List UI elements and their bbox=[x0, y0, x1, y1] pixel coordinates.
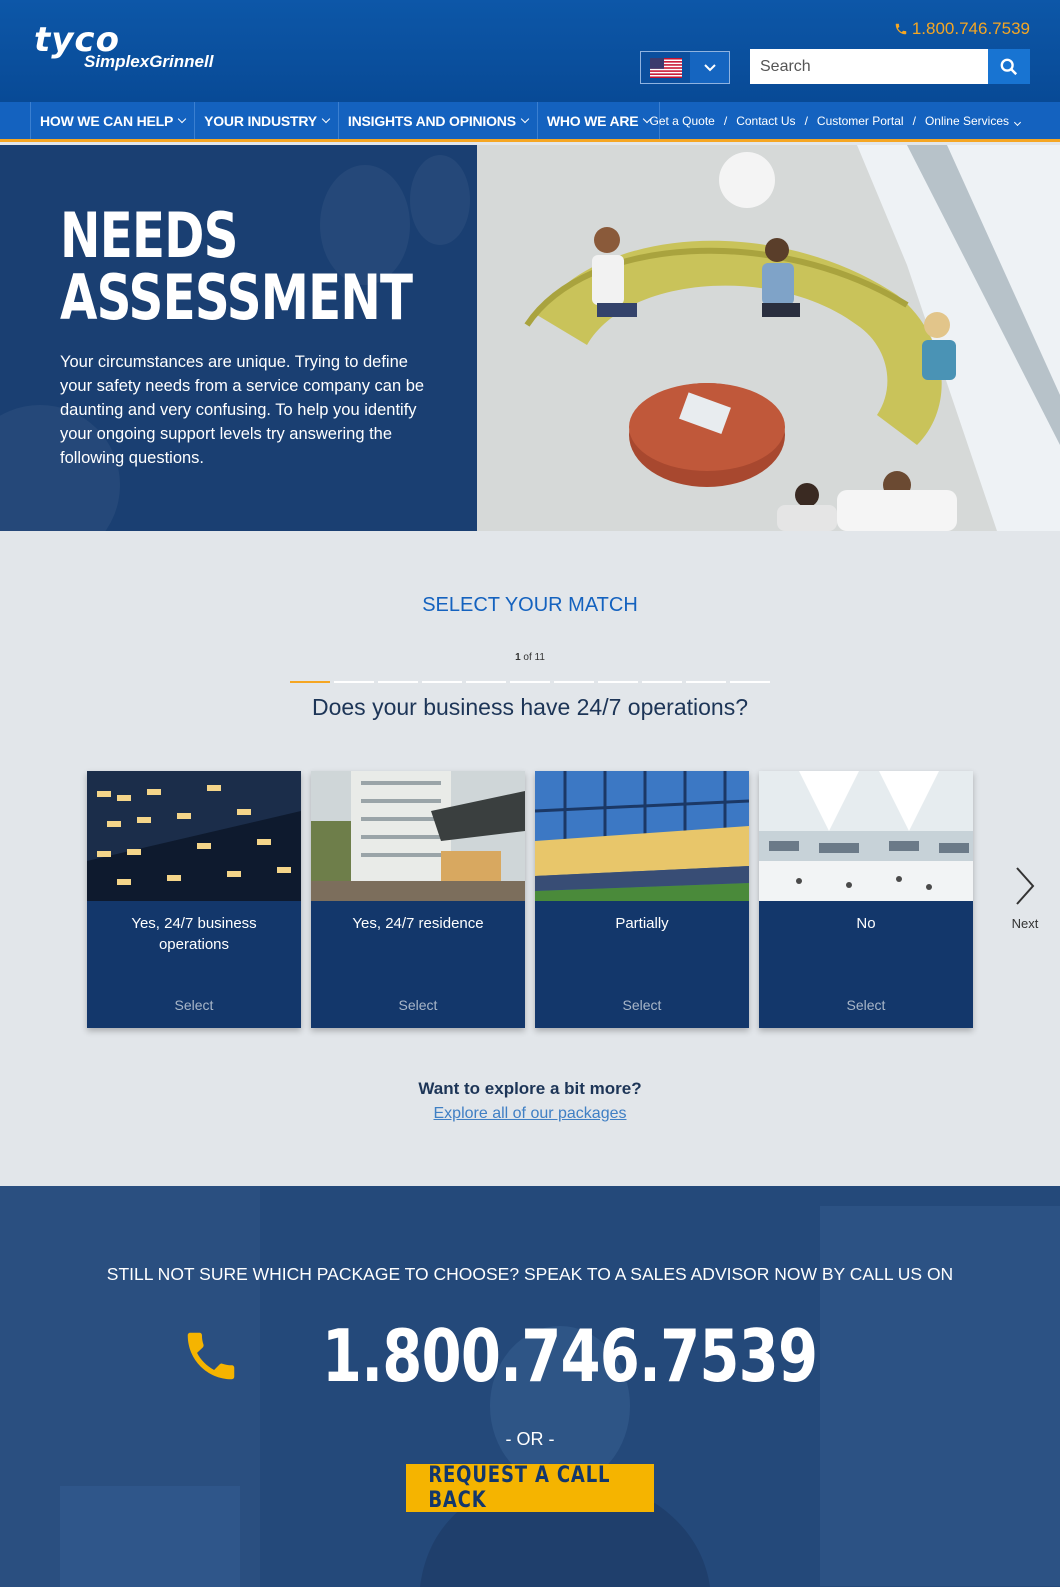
glass-facade-photo bbox=[535, 771, 749, 901]
progress-segment bbox=[510, 681, 550, 683]
progress-segment bbox=[686, 681, 726, 683]
nav-label: HOW WE CAN HELP bbox=[40, 112, 174, 129]
us-flag-icon bbox=[641, 52, 690, 83]
utility-nav: Get a Quote / Contact Us / Customer Port… bbox=[649, 102, 1022, 139]
phone-icon bbox=[188, 1332, 235, 1380]
cta-phone-number: 1.800.746.7539 bbox=[322, 1314, 818, 1398]
button-label: REQUEST A CALL BACK bbox=[428, 1463, 611, 1513]
title-line: ASSESSMENT bbox=[60, 261, 413, 334]
answer-options: Yes, 24/7 business operations Select Yes… bbox=[87, 771, 973, 1028]
hero-banner: NEEDS ASSESSMENT Your circumstances are … bbox=[0, 145, 1060, 531]
background-figure bbox=[410, 155, 470, 245]
hero-text-panel: NEEDS ASSESSMENT Your circumstances are … bbox=[0, 145, 477, 531]
progress-counter: 1 of 11 bbox=[0, 652, 1060, 663]
option-label: No bbox=[856, 915, 876, 932]
chevron-down-icon bbox=[321, 114, 331, 124]
title-line: NEEDS bbox=[60, 199, 238, 272]
explore-packages-link[interactable]: Explore all of our packages bbox=[0, 1105, 1060, 1123]
atrium-interior-photo bbox=[759, 771, 973, 901]
progress-segment bbox=[378, 681, 418, 683]
logo-subtitle: SimplexGrinnell bbox=[84, 52, 214, 71]
tyco-logo[interactable]: tyco SimplexGrinnell bbox=[34, 23, 214, 72]
country-selector[interactable] bbox=[640, 51, 730, 84]
nav-separator: / bbox=[804, 113, 808, 128]
residence-building-photo bbox=[311, 771, 525, 901]
chevron-down-icon bbox=[690, 52, 729, 83]
customer-portal-link[interactable]: Customer Portal bbox=[817, 114, 904, 128]
page-title: NEEDS ASSESSMENT bbox=[60, 199, 413, 334]
nav-separator: / bbox=[723, 113, 728, 128]
nav-separator: / bbox=[912, 113, 916, 128]
chevron-down-icon bbox=[520, 114, 530, 124]
main-nav: HOW WE CAN HELP YOUR INDUSTRY INSIGHTS A… bbox=[0, 102, 1060, 142]
next-button[interactable]: Next bbox=[1005, 866, 1045, 931]
nav-who-we-are[interactable]: WHO WE ARE bbox=[538, 102, 661, 139]
progress-segment bbox=[730, 681, 770, 683]
sales-advisor-cta: STILL NOT SURE WHICH PACKAGE TO CHOOSE? … bbox=[0, 1186, 1060, 1587]
progress-total: of 11 bbox=[523, 652, 545, 663]
hero-photo-lounge bbox=[477, 145, 1060, 531]
option-label: Partially bbox=[615, 915, 669, 932]
header-phone-number: 1.800.746.7539 bbox=[911, 19, 1030, 38]
nav-your-industry[interactable]: YOUR INDUSTRY bbox=[195, 102, 339, 139]
search-icon bbox=[1000, 58, 1018, 75]
or-divider: - OR - bbox=[505, 1429, 555, 1449]
select-button[interactable]: Select bbox=[535, 997, 749, 1013]
chevron-down-icon bbox=[177, 114, 187, 124]
option-card-residence[interactable]: Yes, 24/7 residence Select bbox=[311, 771, 525, 1028]
chevron-right-icon bbox=[1016, 867, 1035, 905]
quiz-question: Does your business have 24/7 operations? bbox=[311, 694, 748, 720]
section-title: SELECT YOUR MATCH bbox=[422, 594, 638, 616]
search-bar bbox=[750, 49, 1030, 84]
explore-heading: Want to explore a bit more? bbox=[418, 1079, 642, 1098]
office-tower-night-photo bbox=[87, 771, 301, 901]
progress-segment bbox=[554, 681, 594, 683]
nav-label: YOUR INDUSTRY bbox=[204, 112, 317, 129]
progress-segment bbox=[598, 681, 638, 683]
online-services-link[interactable]: Online Services bbox=[924, 113, 1022, 128]
online-services-label: Online Services bbox=[924, 113, 1009, 128]
select-button[interactable]: Select bbox=[759, 997, 973, 1013]
nav-label: WHO WE ARE bbox=[546, 112, 639, 129]
get-a-quote-link[interactable]: Get a Quote bbox=[649, 114, 714, 128]
select-button[interactable]: Select bbox=[87, 997, 301, 1013]
request-call-back-button[interactable]: REQUEST A CALL BACK bbox=[406, 1463, 654, 1513]
phone-icon bbox=[895, 23, 907, 35]
progress-segment bbox=[642, 681, 682, 683]
search-input[interactable] bbox=[750, 49, 988, 84]
chevron-down-icon bbox=[1013, 118, 1022, 126]
option-label: Yes, 24/7 business operations bbox=[131, 915, 257, 953]
cta-text: STILL NOT SURE WHICH PACKAGE TO CHOOSE? … bbox=[106, 1264, 954, 1284]
cta-phone[interactable]: 1.800.746.7539 bbox=[0, 1314, 1060, 1398]
next-label: Next bbox=[1011, 916, 1039, 931]
nav-how-we-can-help[interactable]: HOW WE CAN HELP bbox=[30, 102, 196, 139]
option-card-no[interactable]: No Select bbox=[759, 771, 973, 1028]
site-header: tyco SimplexGrinnell 1.800.746.7539 bbox=[0, 0, 1060, 102]
progress-segment bbox=[466, 681, 506, 683]
progress-bar bbox=[290, 681, 770, 683]
progress-segment bbox=[334, 681, 374, 683]
primary-nav: HOW WE CAN HELP YOUR INDUSTRY INSIGHTS A… bbox=[30, 102, 661, 139]
option-card-partially[interactable]: Partially Select bbox=[535, 771, 749, 1028]
progress-segment bbox=[290, 681, 330, 683]
header-phone[interactable]: 1.800.746.7539 bbox=[894, 19, 1030, 39]
progress-segment bbox=[422, 681, 462, 683]
search-button[interactable] bbox=[988, 49, 1030, 84]
option-card-business[interactable]: Yes, 24/7 business operations Select bbox=[87, 771, 301, 1028]
option-label: Yes, 24/7 residence bbox=[352, 915, 484, 932]
select-button[interactable]: Select bbox=[311, 997, 525, 1013]
nav-label: INSIGHTS AND OPINIONS bbox=[347, 112, 516, 129]
progress-current: 1 bbox=[515, 652, 521, 663]
contact-us-link[interactable]: Contact Us bbox=[736, 114, 795, 128]
nav-insights-and-opinions[interactable]: INSIGHTS AND OPINIONS bbox=[339, 102, 538, 139]
hero-description: Your circumstances are unique. Trying to… bbox=[60, 353, 425, 467]
